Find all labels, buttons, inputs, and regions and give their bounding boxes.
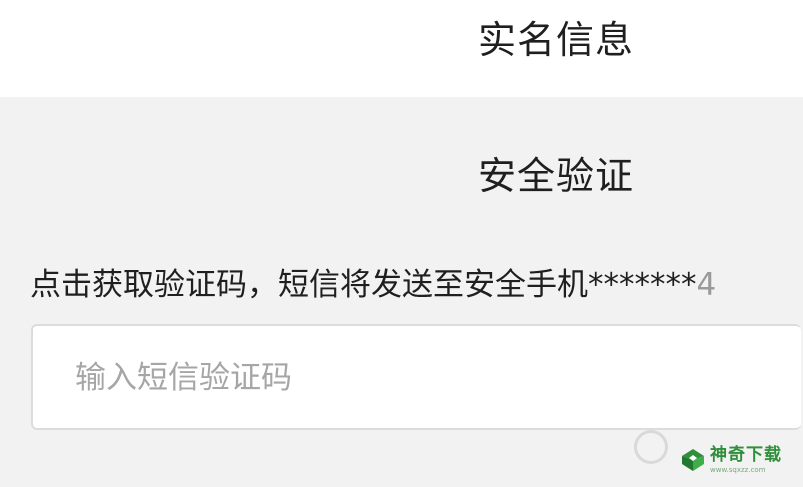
sms-hint-text: 点击获取验证码，短信将发送至安全手机*******4: [30, 263, 803, 307]
watermark-name: 神奇下载: [710, 444, 782, 465]
sqxz-logo-icon: [682, 449, 704, 471]
sms-code-input[interactable]: [75, 354, 675, 402]
page-title: 实名信息: [478, 18, 635, 62]
security-verification-section: 安全验证 点击获取验证码，短信将发送至安全手机*******4 神奇下载 www…: [0, 97, 803, 487]
watermark-logo: 神奇下载 www.sqxzz.com: [680, 440, 798, 480]
watermark-url: www.sqxzz.com: [710, 465, 766, 474]
sms-code-field[interactable]: [31, 324, 801, 430]
top-header: 实名信息: [0, 0, 803, 97]
watermark-circle-icon: [634, 430, 668, 464]
section-title: 安全验证: [478, 154, 635, 198]
sms-hint-cut: 4: [696, 267, 717, 303]
watermark-text: 神奇下载 www.sqxzz.com: [710, 444, 782, 474]
sms-hint-main: 点击获取验证码，短信将发送至安全手机*******: [30, 267, 697, 303]
